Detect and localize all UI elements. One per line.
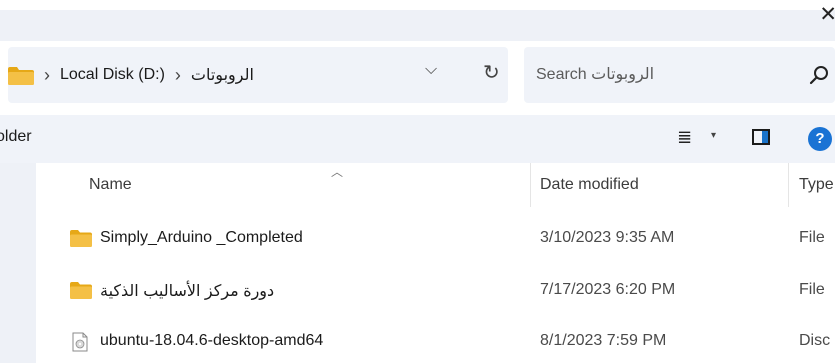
file-date-modified: 3/10/2023 9:35 AM <box>540 229 675 246</box>
close-icon[interactable]: ✕ <box>819 3 835 27</box>
command-bar: older ≣ ▾ ? <box>0 115 835 163</box>
search-input[interactable]: Search الروبوتات <box>524 47 835 103</box>
file-date-modified: 7/17/2023 6:20 PM <box>540 281 676 298</box>
file-date-modified: 8/1/2023 7:59 PM <box>540 332 667 349</box>
table-row[interactable]: Simply_Arduino _Completed 3/10/2023 9:35… <box>36 220 835 258</box>
view-dropdown-icon[interactable]: ▾ <box>711 130 716 141</box>
address-history-dropdown-icon[interactable]: ⌵ <box>425 61 437 79</box>
column-header-date-modified[interactable]: Date modified <box>540 176 639 194</box>
file-name[interactable]: دورة مركز الأساليب الذكية <box>100 281 274 301</box>
file-type: File <box>799 281 825 298</box>
new-folder-button[interactable]: older <box>0 128 32 146</box>
navigation-pane <box>0 163 36 363</box>
refresh-icon[interactable]: ↻ <box>483 60 500 85</box>
folder-icon <box>70 281 92 304</box>
title-bar: ✕ <box>0 0 835 41</box>
column-header-type[interactable]: Type <box>799 176 834 194</box>
file-name[interactable]: ubuntu-18.04.6-desktop-amd64 <box>100 332 323 350</box>
search-placeholder: Search الروبوتات <box>536 66 655 83</box>
table-row[interactable]: دورة مركز الأساليب الذكية 7/17/2023 6:20… <box>36 272 835 310</box>
file-type: File <box>799 229 825 246</box>
breadcrumb-robots-folder[interactable]: الروبوتات <box>191 65 254 85</box>
column-header-name[interactable]: Name <box>89 176 132 194</box>
preview-pane-icon[interactable] <box>752 129 770 145</box>
help-icon[interactable]: ? <box>808 127 832 151</box>
column-header-row: ︿ Name Date modified Type <box>36 163 835 207</box>
table-row[interactable]: ubuntu-18.04.6-desktop-amd64 8/1/2023 7:… <box>36 323 835 361</box>
disc-image-icon <box>72 332 88 357</box>
breadcrumb: › Local Disk (D:) › الروبوتات <box>8 47 254 103</box>
folder-icon <box>8 66 34 85</box>
address-row: › Local Disk (D:) › الروبوتات ⌵ ↻ Search… <box>0 41 835 108</box>
column-divider[interactable] <box>530 163 531 207</box>
sort-ascending-icon: ︿ <box>331 165 344 179</box>
address-bar[interactable]: › Local Disk (D:) › الروبوتات ⌵ ↻ <box>8 47 508 103</box>
search-icon <box>809 65 829 90</box>
view-mode-icon[interactable]: ≣ <box>677 127 692 148</box>
tab-strip <box>0 10 835 41</box>
breadcrumb-separator: › <box>174 64 181 85</box>
breadcrumb-local-disk[interactable]: Local Disk (D:) <box>60 66 165 84</box>
column-divider[interactable] <box>788 163 789 207</box>
folder-icon <box>70 229 92 252</box>
file-list: ︿ Name Date modified Type Simply_Arduino… <box>0 163 835 363</box>
file-type: Disc <box>799 332 831 349</box>
file-name[interactable]: Simply_Arduino _Completed <box>100 229 303 247</box>
breadcrumb-separator: › <box>44 64 50 85</box>
